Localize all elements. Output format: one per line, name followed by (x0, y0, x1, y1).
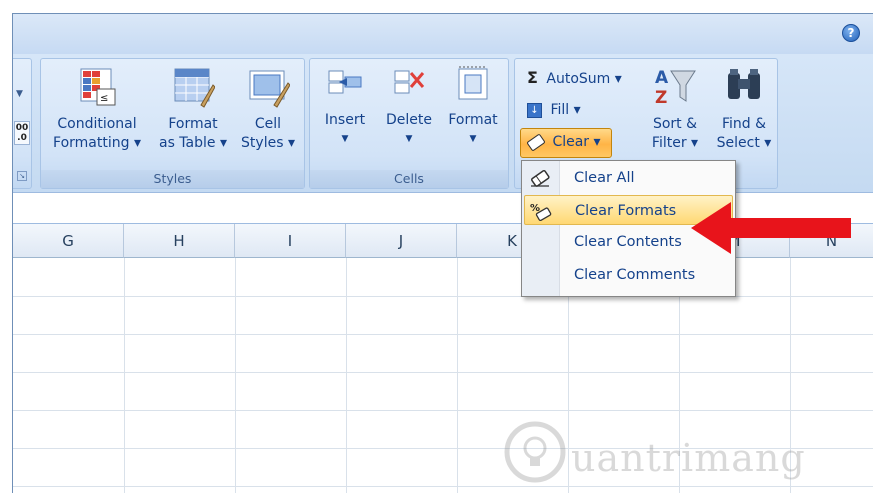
column-header-h[interactable]: H (124, 224, 235, 258)
format-as-table-icon (174, 68, 215, 108)
format-button[interactable]: Format ▼ (442, 65, 504, 149)
svg-text:A: A (655, 68, 669, 88)
fill-label: Fill ▾ (550, 102, 581, 118)
svg-text:Z: Z (655, 88, 667, 108)
ribbon-tab-bar: ? (13, 14, 873, 54)
cell-styles-label-2: Styles ▾ (241, 135, 295, 151)
dialog-launcher-icon[interactable]: ↘ (17, 171, 27, 181)
menu-item-label: Clear All (574, 170, 635, 186)
cell-styles-button[interactable]: Cell Styles ▾ (231, 65, 305, 153)
styles-group: ≤ Conditional Formatting ▾ Format as Tab… (40, 58, 305, 189)
menu-item-clear-comments[interactable]: Clear Comments (524, 260, 733, 290)
delete-button[interactable]: Delete ▼ (380, 65, 438, 149)
format-label: Format (448, 112, 498, 128)
help-button[interactable]: ? (842, 24, 860, 42)
sort-filter-label-1: Sort & (652, 116, 698, 132)
format-cells-icon (458, 66, 488, 100)
lightbulb-icon (504, 421, 566, 483)
format-as-table-label-1: Format (168, 116, 218, 132)
conditional-formatting-icon: ≤ (80, 68, 116, 106)
conditional-formatting-button[interactable]: ≤ Conditional Formatting ▾ (45, 65, 149, 153)
insert-button[interactable]: Insert ▼ (316, 65, 374, 149)
find-select-label-2: Select ▾ (716, 135, 772, 151)
clear-formats-icon: % (530, 203, 552, 221)
red-arrow-annotation (691, 202, 851, 254)
decrease-decimal-icon[interactable]: 00.0 (14, 121, 30, 145)
conditional-formatting-label-2: Formatting ▾ (53, 135, 141, 151)
clear-label: Clear ▾ (552, 134, 601, 150)
dropdown-arrow-icon[interactable]: ▼ (16, 89, 23, 99)
cells-group: Insert ▼ Delete ▼ Format ▼ Cells (309, 58, 509, 189)
find-select-label-1: Find & (721, 116, 767, 132)
grid-line (457, 258, 458, 493)
format-as-table-label-2: as Table ▾ (158, 135, 227, 151)
grid-line (13, 410, 873, 411)
sort-filter-label-2: Filter ▾ (651, 135, 699, 151)
watermark-text: uantrimang (571, 436, 806, 480)
sort-filter-button[interactable]: A Z Sort & Filter ▾ (643, 65, 707, 153)
format-as-table-button[interactable]: Format as Table ▾ (153, 65, 233, 153)
styles-group-label: Styles (41, 170, 304, 188)
cell-styles-label-1: Cell (254, 116, 282, 132)
column-header-j[interactable]: J (346, 224, 457, 258)
menu-item-label: Clear Contents (574, 234, 682, 250)
insert-cells-icon (328, 70, 362, 94)
column-header-i[interactable]: I (235, 224, 346, 258)
grid-line (13, 296, 873, 297)
cells-group-label: Cells (310, 170, 508, 188)
binoculars-icon (728, 69, 760, 99)
format-dropdown-icon: ▼ (469, 134, 477, 144)
ribbon-home: ▼ 00.0 ↘ ≤ Conditional Formatting ▾ Form… (13, 54, 873, 204)
number-group-partial: ▼ 00.0 ↘ (13, 58, 32, 189)
grid-line (13, 334, 873, 335)
conditional-formatting-label-1: Conditional (57, 116, 137, 132)
menu-item-label: Clear Formats (575, 203, 677, 219)
column-header-g[interactable]: G (13, 224, 124, 258)
sort-filter-icon: A Z (655, 68, 696, 108)
delete-label: Delete (386, 112, 432, 128)
excel-window: ? ▼ 00.0 ↘ ≤ Conditional Formatting ▾ Fo… (12, 13, 873, 493)
autosum-button[interactable]: Σ AutoSum ▾ (527, 69, 622, 88)
grid-line (346, 258, 347, 493)
fill-button[interactable]: ↓ Fill ▾ (527, 101, 581, 119)
delete-cells-icon (394, 70, 425, 94)
insert-label: Insert (324, 112, 366, 128)
grid-line (235, 258, 236, 493)
delete-dropdown-icon: ▼ (405, 134, 413, 144)
find-select-button[interactable]: Find & Select ▾ (711, 65, 777, 153)
grid-line (13, 372, 873, 373)
menu-item-label: Clear Comments (574, 267, 696, 283)
eraser-icon (526, 132, 546, 152)
insert-dropdown-icon: ▼ (341, 134, 349, 144)
cell-styles-icon (249, 70, 290, 108)
watermark-logo: uantrimang (503, 414, 833, 493)
eraser-icon (530, 169, 550, 187)
svg-text:≤: ≤ (100, 93, 108, 104)
fill-down-icon: ↓ (527, 102, 542, 118)
clear-button[interactable]: Clear ▾ (520, 128, 612, 158)
grid-line (124, 258, 125, 493)
menu-item-clear-all[interactable]: Clear All (524, 163, 733, 193)
autosum-icon: Σ (527, 68, 538, 87)
autosum-label: AutoSum ▾ (546, 71, 622, 87)
